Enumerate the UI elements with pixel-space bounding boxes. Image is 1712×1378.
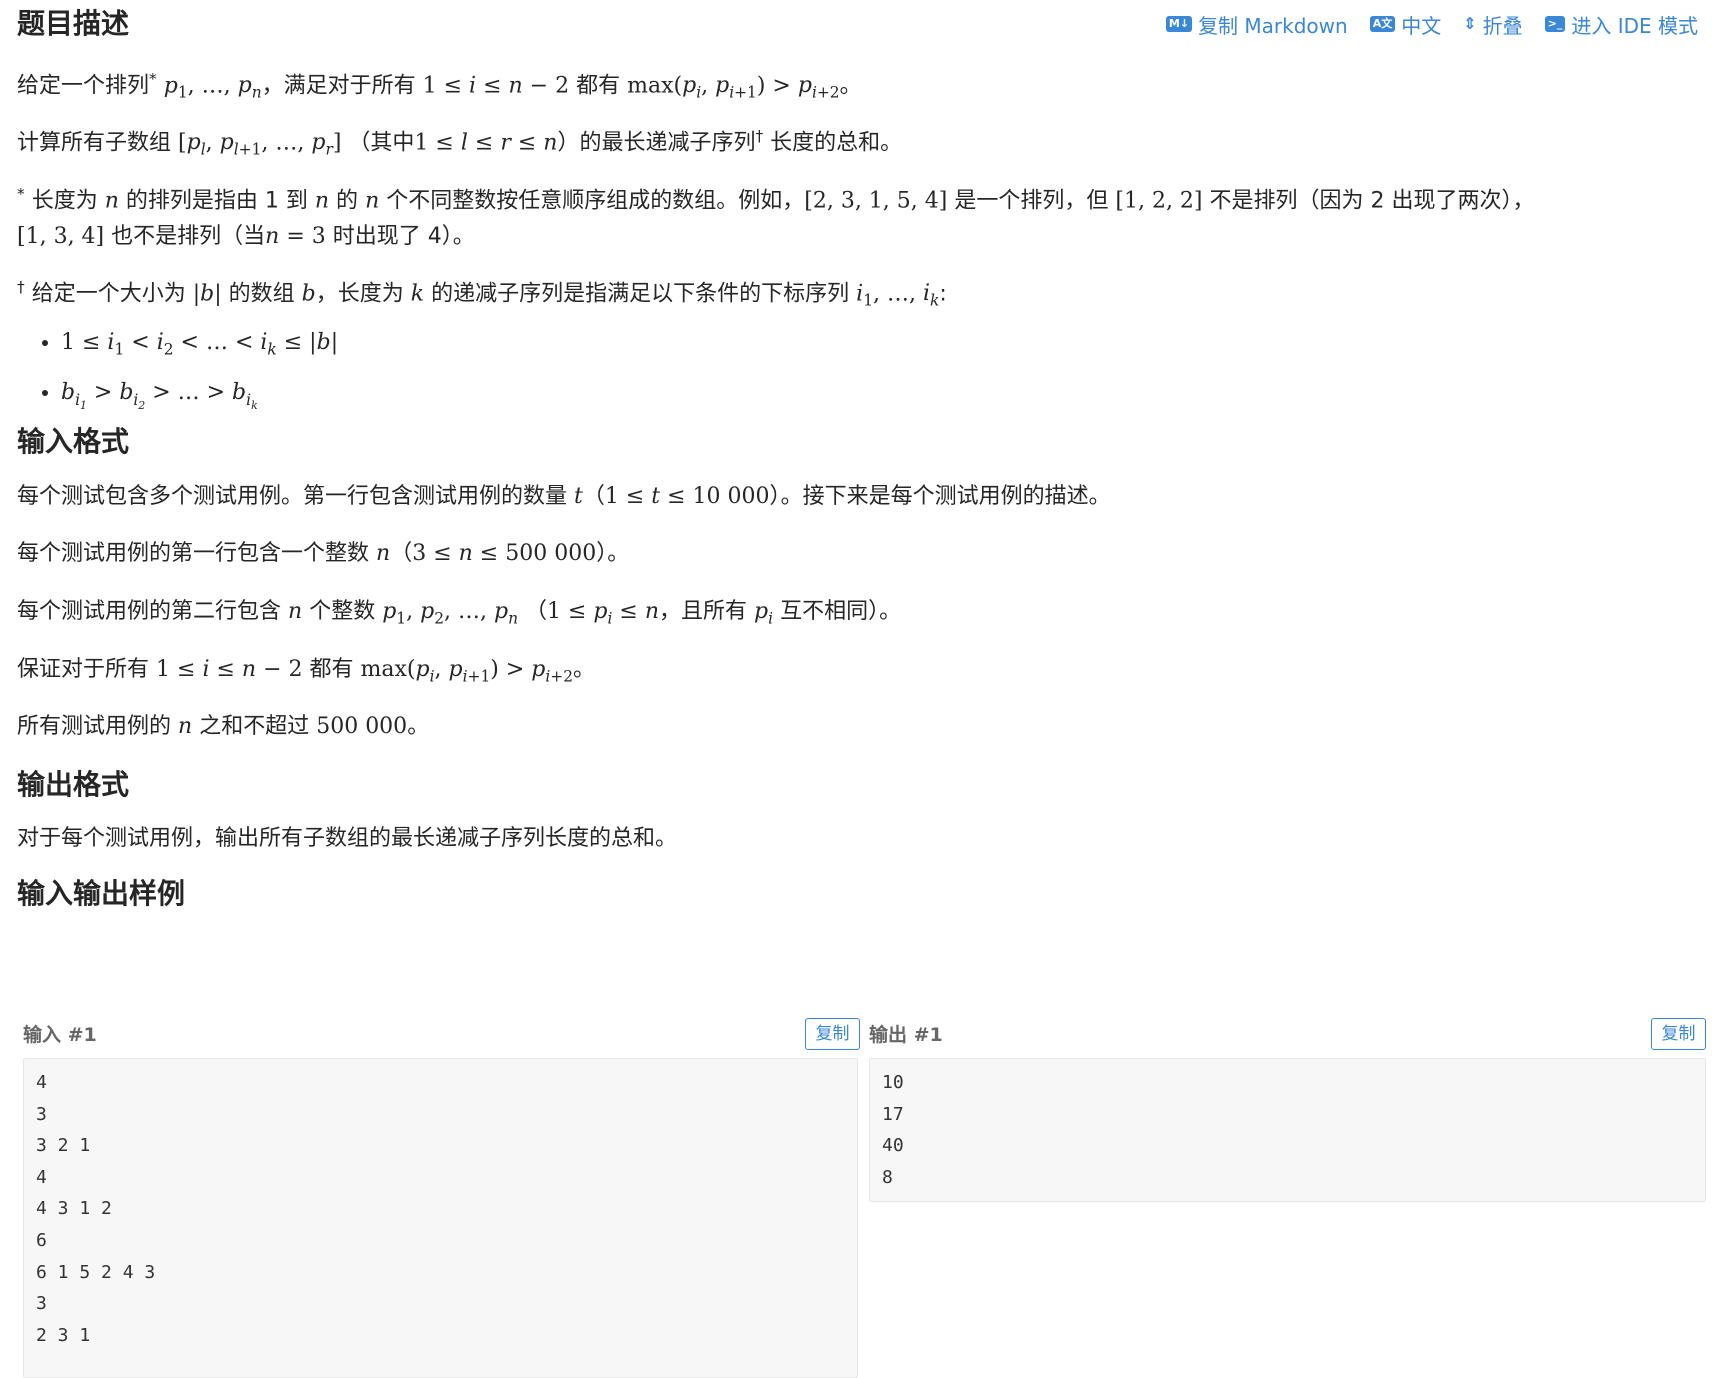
problem-toolbar: M↓ 复制 Markdown A文 中文 ⇕ 折叠 >_ 进入 IDE 模式 [1165, 10, 1698, 39]
code-line: 3 [36, 1293, 47, 1315]
markdown-icon: M↓ [1165, 16, 1193, 32]
input-format-line-2: 每个测试用例的第一行包含一个整数 n（3 ≤ n ≤ 500 000）。 [17, 541, 630, 566]
language-button[interactable]: A文 中文 [1369, 10, 1442, 39]
sample-output-title: 输出 #1 [869, 1024, 943, 1046]
footnote-subsequence: † 给定一个大小为 |b| 的数组 b，长度为 k 的递减子序列是指满足以下条件… [17, 278, 947, 310]
input-format-line-3: 每个测试用例的第二行包含 n 个整数 p1, p2, …, pn （1 ≤ pi… [17, 599, 902, 628]
input-format-line-1: 每个测试包含多个测试用例。第一行包含测试用例的数量 t（1 ≤ t ≤ 10 0… [17, 484, 1111, 509]
copy-output-button[interactable]: 复制 [1651, 1018, 1706, 1050]
code-line: 17 [882, 1103, 904, 1125]
sample-input-header: 输入 #1 复制 [23, 1014, 860, 1054]
input-format-line-5: 所有测试用例的 n 之和不超过 500 000。 [17, 714, 430, 739]
ide-mode-label: 进入 IDE 模式 [1571, 13, 1698, 38]
language-label: 中文 [1401, 13, 1442, 38]
input-format-heading: 输入格式 [17, 425, 130, 458]
sample-output-code[interactable]: 10 17 40 8 [869, 1058, 1706, 1203]
footnote-permutation: * 长度为 n 的排列是指由 1 到 n 的 n 个不同整数按任意顺序组成的数组… [17, 185, 1535, 250]
translate-icon: A文 [1369, 16, 1396, 32]
sample-output-header: 输出 #1 复制 [869, 1014, 1706, 1054]
code-line: 4 3 1 2 [36, 1198, 112, 1220]
copy-input-button[interactable]: 复制 [805, 1018, 860, 1050]
copy-markdown-button[interactable]: M↓ 复制 Markdown [1165, 10, 1348, 39]
code-line: 8 [882, 1166, 893, 1188]
fold-label: 折叠 [1482, 13, 1523, 38]
code-line: 6 1 5 2 4 3 [36, 1261, 156, 1283]
ide-mode-button[interactable]: >_ 进入 IDE 模式 [1544, 10, 1698, 39]
code-line: 10 [882, 1072, 904, 1093]
terminal-icon: >_ [1544, 16, 1566, 32]
condition-indices: 1 ≤ i1 < i2 < … < ik ≤ |b| [61, 321, 338, 371]
code-line: 3 [36, 1103, 47, 1125]
code-line: 3 2 1 [36, 1135, 91, 1157]
output-format-heading: 输出格式 [17, 768, 130, 801]
description-para-2: 计算所有子数组 [pl, pl+1, …, pr] （其中1 ≤ l ≤ r ≤… [17, 127, 903, 159]
samples-heading: 输入输出样例 [17, 877, 186, 910]
subsequence-conditions-list: 1 ≤ i1 < i2 < … < ik ≤ |b| bi1 > bi2 > …… [17, 321, 338, 428]
code-line: 40 [882, 1135, 904, 1157]
sample-input-code[interactable]: 4 3 3 2 1 4 4 3 1 2 6 6 1 5 2 4 3 3 2 3 1 [23, 1058, 858, 1378]
fold-icon: ⇕ [1463, 14, 1477, 33]
code-line: 6 [36, 1229, 47, 1251]
output-format-text: 对于每个测试用例，输出所有子数组的最长递减子序列长度的总和。 [17, 826, 678, 851]
fold-button[interactable]: ⇕ 折叠 [1463, 10, 1522, 39]
description-heading: 题目描述 [17, 7, 130, 40]
code-line: 4 [36, 1166, 47, 1188]
code-line: 4 [36, 1072, 47, 1093]
code-line: 2 3 1 [36, 1324, 91, 1346]
sample-output-panel: 输出 #1 复制 10 17 40 8 [869, 1014, 1706, 1203]
sample-input-panel: 输入 #1 复制 4 3 3 2 1 4 4 3 1 2 6 6 1 5 2 4 3 3 2 3… [23, 1014, 860, 1378]
input-format-line-4: 保证对于所有 1 ≤ i ≤ n − 2 都有 max(pi, pi+1) > … [17, 657, 596, 686]
description-para-1: 给定一个排列* p1, …, pn，满足对于所有 1 ≤ i ≤ n − 2 都… [17, 70, 862, 102]
sample-input-title: 输入 #1 [23, 1024, 97, 1046]
copy-markdown-label: 复制 Markdown [1198, 13, 1348, 38]
